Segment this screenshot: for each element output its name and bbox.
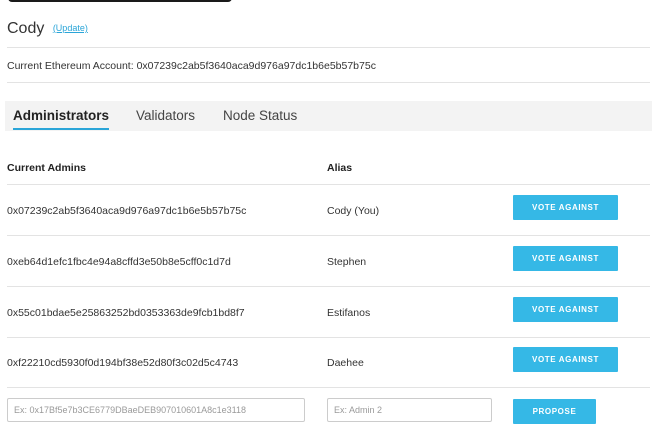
admin-alias: Estifanos [327,307,371,319]
admin-address: 0xf22210cd5930f0d194bf38e52d80f3c02d5c47… [7,357,239,369]
vote-against-button[interactable]: VOTE AGAINST [513,297,618,322]
tab-validators[interactable]: Validators [136,101,195,131]
update-link[interactable]: (Update) [53,23,88,33]
header-current-admins: Current Admins [7,162,86,174]
tab-administrators[interactable]: Administrators [13,101,110,131]
admin-alias: Cody (You) [327,205,380,217]
admin-address: 0xeb64d1efc1fbc4e94a8cffd3e50b8e5cff0c1d… [7,256,231,268]
current-account: Current Ethereum Account: 0x07239c2ab5f3… [7,60,376,72]
divider [7,47,650,48]
divider [7,235,650,236]
propose-button[interactable]: PROPOSE [513,399,596,424]
page-heading-cropped [8,0,232,2]
divider [7,82,650,83]
vote-against-button[interactable]: VOTE AGAINST [513,347,618,372]
admin-alias-input[interactable] [327,398,492,422]
tab-bar: Administrators Validators Node Status [5,101,652,131]
admin-address: 0x55c01bdae5e25863252bd0353363de9fcb1bd8… [7,307,245,319]
divider [7,337,650,338]
admin-address-input[interactable] [7,398,305,422]
user-name: Cody [7,20,45,37]
divider [7,184,650,185]
divider [7,387,650,388]
tab-node-status[interactable]: Node Status [223,101,297,131]
admin-alias: Stephen [327,256,367,268]
user-line: Cody (Update) [7,20,88,38]
divider [7,286,650,287]
vote-against-button[interactable]: VOTE AGAINST [513,246,618,271]
admin-address: 0x07239c2ab5f3640aca9d976a97dc1b6e5b57b7… [7,205,247,217]
header-alias: Alias [327,162,353,174]
vote-against-button[interactable]: VOTE AGAINST [513,195,618,220]
admin-alias: Daehee [327,357,364,369]
